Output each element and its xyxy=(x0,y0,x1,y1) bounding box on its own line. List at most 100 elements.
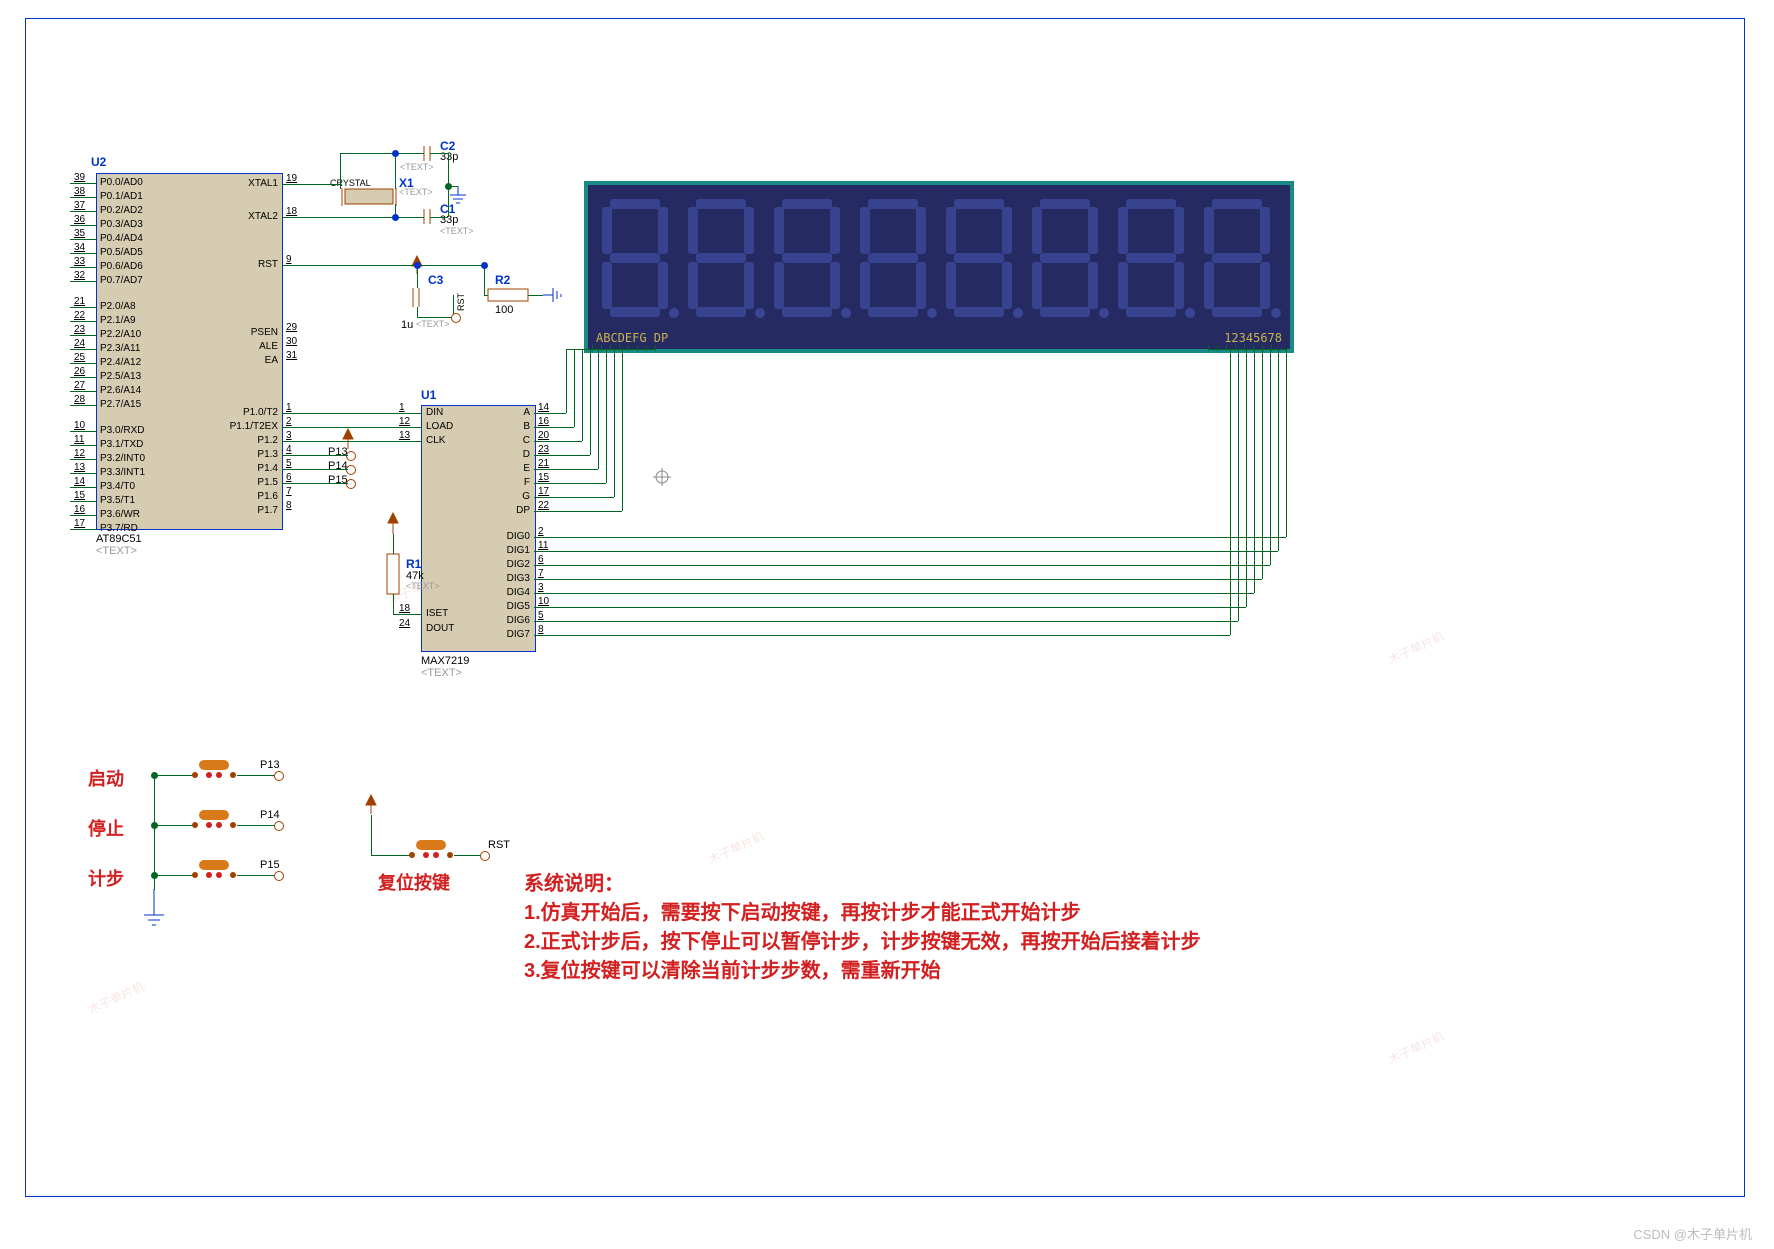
wire-p14 xyxy=(282,469,348,470)
wire xyxy=(614,349,615,497)
wire xyxy=(1238,349,1239,621)
w-rst xyxy=(282,265,484,266)
wire-load xyxy=(282,427,421,428)
wire xyxy=(1208,345,1209,349)
wire xyxy=(637,345,638,351)
rst-btn-net: RST xyxy=(488,839,510,851)
wire xyxy=(534,469,598,470)
notes-title: 系统说明： xyxy=(524,870,1344,899)
wire xyxy=(237,875,275,876)
w-r2in xyxy=(484,295,488,296)
w-r2out xyxy=(528,295,543,296)
stop-button-icon[interactable] xyxy=(191,805,237,831)
w-xtal1c xyxy=(340,153,424,154)
w-rst-c3b xyxy=(417,307,418,317)
w-rst-btn-h1 xyxy=(371,855,411,856)
w-c1r xyxy=(430,217,448,218)
wire-din xyxy=(282,413,421,414)
step-button-icon[interactable] xyxy=(191,855,237,881)
w-r2v xyxy=(484,265,485,295)
net-p14-lbl: P14 xyxy=(328,460,348,472)
wire xyxy=(1208,349,1230,350)
rst-term xyxy=(451,313,461,323)
start-button-icon[interactable] xyxy=(191,755,237,781)
w-c2r xyxy=(430,153,448,154)
junction xyxy=(445,183,452,190)
wire-clk xyxy=(282,441,421,442)
c3-val: 1u xyxy=(401,319,413,331)
system-notes: 系统说明： 1.仿真开始后，需要按下启动按键，再按计步才能正式开始计步 2.正式… xyxy=(524,870,1344,986)
junction xyxy=(151,872,158,879)
wire xyxy=(619,345,620,351)
c3-ph: <TEXT> xyxy=(416,319,450,329)
wire-p15 xyxy=(282,483,348,484)
notes-line3: 3.复位按键可以清除当前计步步数，需重新开始 xyxy=(524,957,1344,986)
wire xyxy=(582,349,583,441)
wire xyxy=(154,875,194,876)
w-rst-btn-h2 xyxy=(454,855,482,856)
wire xyxy=(1278,349,1279,551)
wire xyxy=(1270,349,1271,565)
start-net-terminal xyxy=(274,771,284,781)
wire xyxy=(534,579,1262,580)
wire xyxy=(154,775,194,776)
wire xyxy=(601,345,602,351)
net-p15-lbl: P15 xyxy=(328,474,348,486)
w-xtal1b xyxy=(340,153,341,184)
wire xyxy=(534,483,606,484)
w-rst-gnd xyxy=(417,317,453,318)
wire xyxy=(534,635,1230,636)
junction-rst1 xyxy=(414,262,421,269)
c1-val: 33p xyxy=(440,214,458,226)
w-xright1 xyxy=(395,153,396,189)
c2-ph: <TEXT> xyxy=(400,162,434,172)
c1-ph: <TEXT> xyxy=(440,226,474,236)
stop-label: 停止 xyxy=(88,815,124,841)
wire xyxy=(534,537,1286,538)
rst-btn-term xyxy=(480,851,490,861)
reset-button-icon[interactable] xyxy=(408,835,454,861)
w-r1iset xyxy=(393,614,421,615)
r1-ph: <TEXT> xyxy=(406,581,440,591)
notes-line1: 1.仿真开始后，需要按下启动按键，再按计步才能正式开始计步 xyxy=(524,899,1344,928)
start-net-label: P13 xyxy=(260,759,280,771)
wire xyxy=(237,775,275,776)
wire xyxy=(534,565,1270,566)
crystal-text: CRYSTAL xyxy=(330,178,371,188)
junction-b1 xyxy=(392,150,399,157)
wire xyxy=(1286,349,1287,537)
wire xyxy=(534,593,1254,594)
r1-ref: R1 xyxy=(406,557,421,571)
wire xyxy=(598,349,599,469)
wire xyxy=(534,551,1278,552)
c3-ref: C3 xyxy=(428,273,443,287)
net-p13-lbl: P13 xyxy=(328,446,348,458)
r2-val: 100 xyxy=(495,304,513,316)
credit-text: CSDN @木子单片机 xyxy=(1633,1224,1752,1243)
step-net-terminal xyxy=(274,871,284,881)
wire xyxy=(534,455,590,456)
reset-label: 复位按键 xyxy=(378,869,450,895)
junction-b2 xyxy=(392,214,399,221)
junction xyxy=(151,822,158,829)
notes-line2: 2.正式计步后，按下停止可以暂停计步，计步按键无效，再按开始后接着计步 xyxy=(524,928,1344,957)
x1-ph: <TEXT> xyxy=(399,187,433,197)
wire xyxy=(592,345,593,351)
selection-handle-icon xyxy=(653,468,671,486)
rst-vert-label: RST xyxy=(456,293,466,311)
wire xyxy=(534,621,1238,622)
stop-net-terminal xyxy=(274,821,284,831)
w-xtop xyxy=(340,184,341,189)
junction-rst2 xyxy=(481,262,488,269)
start-label: 启动 xyxy=(88,765,124,791)
wire xyxy=(628,345,629,351)
wire xyxy=(237,825,275,826)
wire xyxy=(534,427,574,428)
wire xyxy=(566,349,567,413)
step-net-label: P15 xyxy=(260,859,280,871)
wire xyxy=(622,349,623,511)
wire xyxy=(534,497,614,498)
wire xyxy=(534,441,582,442)
schematic-frame: 木子单片机 木子单片机 木子单片机 木子单片机 木子单片机 木子单片机 木子单片… xyxy=(25,18,1745,1197)
wire xyxy=(534,607,1246,608)
